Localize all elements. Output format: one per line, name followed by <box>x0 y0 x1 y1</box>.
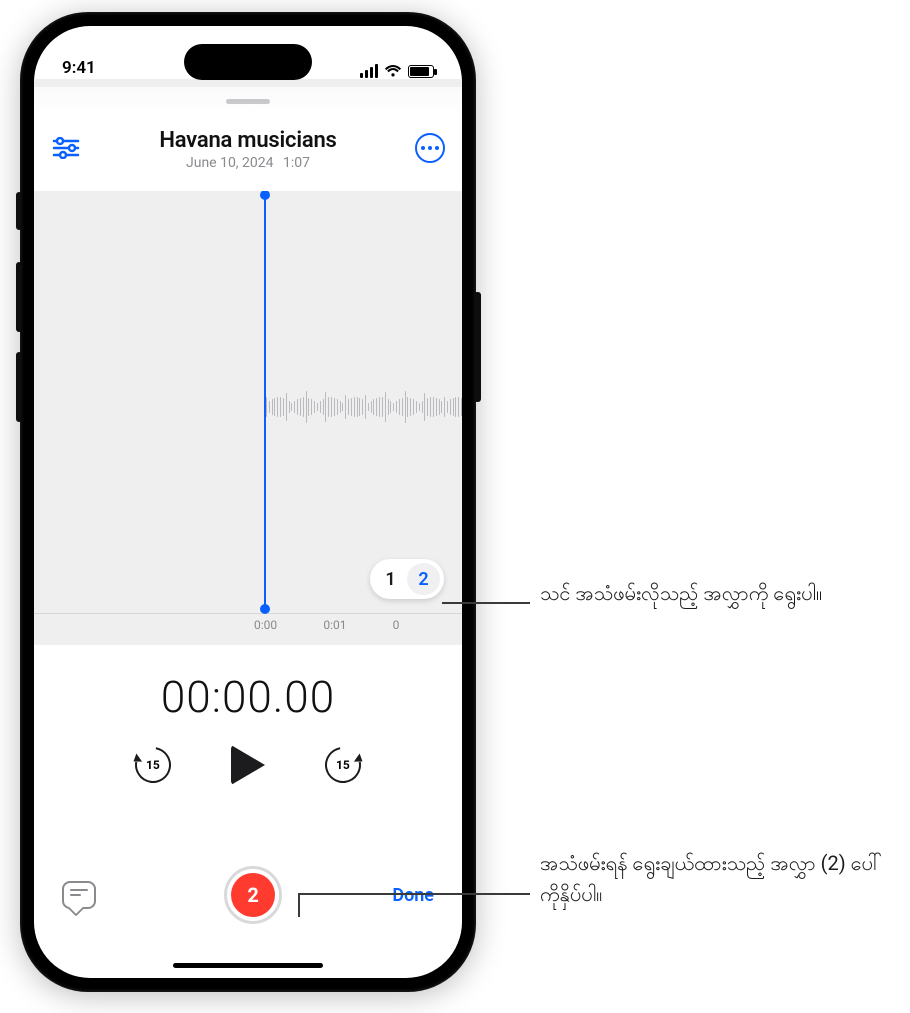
layer-option-2[interactable]: 2 <box>407 563 440 595</box>
sliders-icon <box>52 137 80 159</box>
recording-title[interactable]: Havana musicians <box>50 128 446 153</box>
wifi-icon <box>384 64 402 78</box>
time-ruler: 0:00 0:01 0 <box>34 613 462 645</box>
phone-frame: 9:41 <box>20 12 476 992</box>
ruler-tick: 0 <box>393 614 462 645</box>
callout-leader-line <box>442 602 530 604</box>
ruler-tick: 0:00 <box>254 614 323 645</box>
play-button[interactable] <box>231 745 265 785</box>
callout-leader-line <box>300 893 530 895</box>
phone-screen: 9:41 <box>34 26 462 978</box>
recording-duration: 1:07 <box>283 155 310 171</box>
cellular-signal-icon <box>360 64 378 78</box>
layer-option-1[interactable]: 1 <box>374 563 407 595</box>
waveform-area[interactable]: 1 2 0:00 0:01 0 <box>34 191 462 645</box>
bottom-toolbar: 2 Done <box>34 866 462 924</box>
callout-leader-line <box>298 893 300 917</box>
phone-volume-down-button <box>16 352 22 422</box>
skip-back-icon: 15 <box>128 740 178 790</box>
transcript-button[interactable] <box>62 881 96 909</box>
home-indicator[interactable] <box>173 963 323 968</box>
callout-layer-select: သင် အသံဖမ်းလိုသည့် အလွှာကို ရွေးပါ။ <box>540 578 822 609</box>
more-icon <box>415 133 445 163</box>
callout-record-layer: အသံဖမ်းရန် ရွေးချယ်ထားသည့် အလွှာ (2) ပေါ… <box>540 848 900 910</box>
sheet-grabber <box>226 99 270 104</box>
record-layer-badge: 2 <box>231 873 275 917</box>
record-button[interactable]: 2 <box>224 866 282 924</box>
done-button[interactable]: Done <box>392 885 434 906</box>
layer-selector: 1 2 <box>370 559 444 599</box>
transcript-icon <box>70 889 88 901</box>
phone-power-button <box>474 292 481 402</box>
waveform-track <box>34 391 462 423</box>
phone-volume-up-button <box>16 262 22 332</box>
skip-forward-15-button[interactable]: 15 <box>323 745 363 785</box>
skip-forward-icon: 15 <box>318 740 368 790</box>
skip-back-15-button[interactable]: 15 <box>133 745 173 785</box>
playback-controls: 15 15 <box>34 745 462 785</box>
more-options-button[interactable] <box>412 130 448 166</box>
elapsed-time: 00:00.00 <box>34 671 462 723</box>
status-indicators <box>360 64 434 78</box>
phone-side-button <box>16 192 22 230</box>
battery-icon <box>408 65 434 78</box>
dynamic-island <box>184 44 312 80</box>
recording-subtitle: June 10, 2024 1:07 <box>50 155 446 171</box>
playhead[interactable] <box>264 191 266 613</box>
recording-date: June 10, 2024 <box>186 155 274 171</box>
recording-header: Havana musicians June 10, 2024 1:07 <box>34 116 462 179</box>
status-time: 9:41 <box>62 58 96 78</box>
sheet-grabber-area[interactable] <box>34 86 462 116</box>
ruler-tick: 0:01 <box>323 614 392 645</box>
playback-settings-button[interactable] <box>48 130 84 166</box>
